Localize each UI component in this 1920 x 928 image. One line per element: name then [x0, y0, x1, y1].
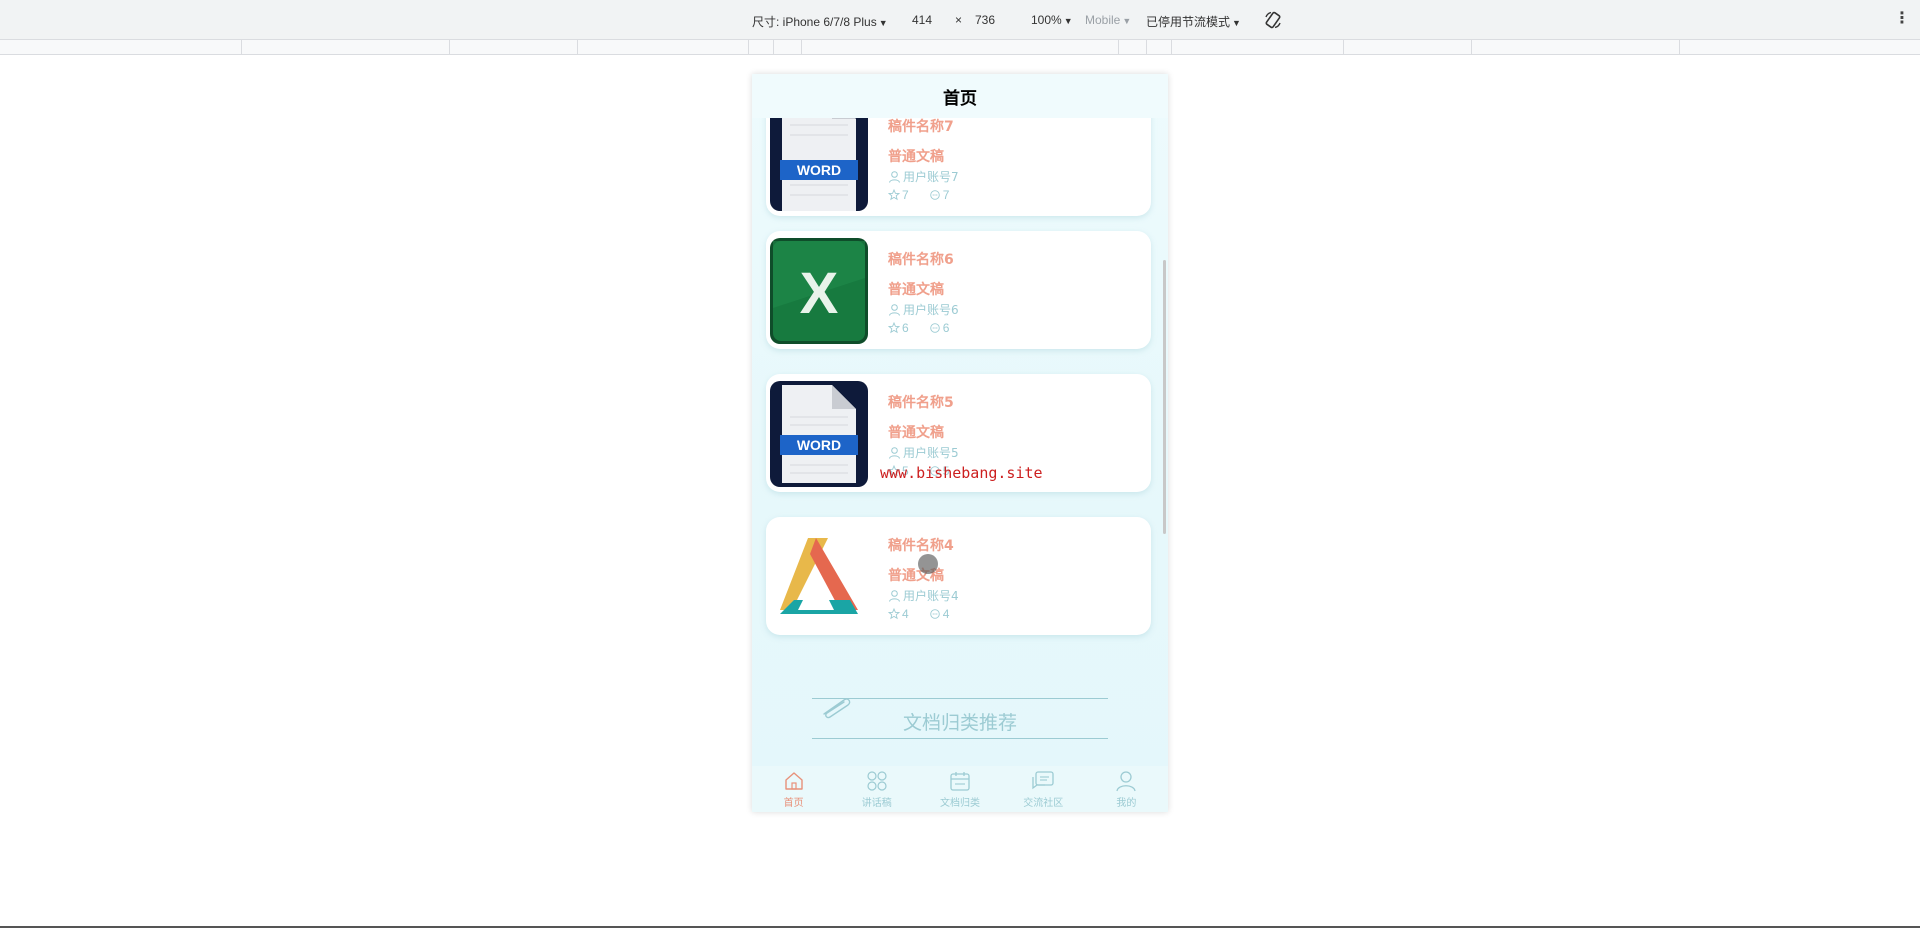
mode-select[interactable]: Mobile ▼: [1085, 13, 1131, 27]
word-thumbnail: WORD: [770, 381, 868, 487]
page-title: 首页: [943, 88, 977, 109]
divider: [812, 698, 1108, 699]
width-input[interactable]: 414: [912, 13, 932, 27]
grid-icon: [867, 771, 887, 791]
tab-speech[interactable]: 讲话稿: [835, 766, 918, 812]
calendar-icon: [950, 772, 970, 791]
excel-thumbnail: X: [770, 238, 868, 344]
doc-list[interactable]: WORD 稿件名称7 普通文稿 用户账号7 7 7 X 稿件名称6 普通文稿 用…: [752, 118, 1168, 766]
tab-label: 我的: [1116, 798, 1137, 809]
doc-user: 用户账号4: [888, 587, 959, 604]
tab-home[interactable]: 首页: [752, 766, 835, 812]
devtools-device-toolbar: 尺寸: iPhone 6/7/8 Plus ▼ 414 × 736 100% ▼ M…: [0, 0, 1920, 40]
mode-label: Mobile: [1085, 13, 1121, 27]
doc-user: 用户账号6: [888, 301, 959, 318]
word-thumbnail: WORD: [770, 118, 868, 211]
doc-card[interactable]: 稿件名称4 普通文稿 用户账号4 4 4: [766, 517, 1151, 635]
doc-title: 稿件名称7: [888, 119, 954, 135]
excel-label: X: [800, 261, 839, 326]
chat-icon: [1032, 771, 1054, 790]
zoom-label: 100%: [1031, 13, 1062, 27]
doc-stats: 6 6: [888, 321, 969, 335]
user-icon: [889, 447, 900, 459]
tab-community[interactable]: 交流社区: [1002, 766, 1085, 812]
doc-stars: 4: [902, 607, 909, 621]
doc-card[interactable]: X 稿件名称6 普通文稿 用户账号6 6 6: [766, 231, 1151, 349]
user-icon: [1116, 771, 1137, 792]
height-input[interactable]: 736: [975, 13, 995, 27]
watermark-text: www.bishebang.site: [880, 464, 1043, 482]
doc-user-name: 用户账号6: [903, 303, 959, 317]
user-icon: [889, 171, 900, 183]
doc-title: 稿件名称4: [888, 538, 954, 554]
rotate-icon[interactable]: [1264, 11, 1282, 29]
comment-icon: [929, 190, 940, 200]
tab-label: 文档归类: [940, 798, 980, 809]
doc-stars: 6: [902, 321, 909, 335]
times-label: ×: [955, 13, 963, 27]
doc-stats: 4 4: [888, 607, 969, 621]
chevron-down-icon: ▼: [1063, 16, 1073, 26]
doc-stats: 7 7: [888, 188, 969, 202]
mobile-viewport: 首页 WORD 稿件名称7 普通文稿 用户账号7 7 7 X 稿件名称6 普通文…: [752, 74, 1168, 812]
word-label: WORD: [797, 162, 841, 178]
doc-type: 普通文稿: [888, 149, 944, 165]
zoom-select[interactable]: 100% ▼: [1031, 13, 1073, 27]
doc-user-name: 用户账号4: [903, 589, 959, 603]
doc-comments: 6: [942, 321, 950, 335]
doc-user: 用户账号5: [888, 444, 959, 461]
star-icon: [888, 189, 900, 201]
comment-icon: [929, 323, 940, 333]
doc-title: 稿件名称6: [888, 252, 954, 268]
triangle-logo-thumbnail: [770, 524, 868, 630]
scrollbar[interactable]: [1163, 260, 1166, 534]
section-title: 文档归类推荐: [902, 712, 1017, 734]
tab-categories[interactable]: 文档归类: [918, 766, 1001, 812]
throttle-label: 已停用节流模式: [1146, 15, 1231, 29]
doc-stars: 7: [902, 188, 909, 202]
tab-label: 讲话稿: [861, 798, 892, 809]
star-icon: [888, 608, 900, 620]
user-icon: [889, 590, 900, 602]
doc-user-name: 用户账号7: [903, 170, 959, 184]
tab-mine[interactable]: 我的: [1085, 766, 1168, 812]
tab-bar: 首页 讲话稿 文档归类 交流社区 我的: [752, 766, 1168, 812]
touch-cursor: [918, 554, 938, 574]
section-heading: 文档归类推荐: [812, 694, 1108, 742]
comment-icon: [929, 609, 940, 619]
chevron-down-icon: ▼: [1122, 16, 1132, 26]
device-label: 尺寸: iPhone 6/7/8 Plus: [752, 15, 877, 29]
doc-card[interactable]: WORD 稿件名称7 普通文稿 用户账号7 7 7: [766, 118, 1151, 216]
doc-comments: 4: [942, 607, 950, 621]
doc-comments: 7: [942, 188, 950, 202]
doc-user: 用户账号7: [888, 168, 959, 185]
tab-label: 首页: [783, 798, 804, 809]
divider: [812, 738, 1108, 739]
nav-bar: 首页: [752, 74, 1168, 118]
chevron-down-icon: ▼: [1232, 18, 1241, 28]
doc-title: 稿件名称5: [888, 395, 954, 411]
word-label: WORD: [797, 437, 841, 453]
device-select[interactable]: 尺寸: iPhone 6/7/8 Plus ▼: [752, 13, 888, 30]
doc-type: 普通文稿: [888, 425, 944, 441]
throttle-select[interactable]: 已停用节流模式 ▼: [1146, 13, 1241, 30]
star-icon: [888, 322, 900, 334]
home-icon: [784, 772, 803, 790]
user-icon: [889, 304, 900, 316]
more-vert-icon[interactable]: ⋮: [1894, 11, 1910, 27]
doc-user-name: 用户账号5: [903, 446, 959, 460]
doc-type: 普通文稿: [888, 282, 944, 298]
media-query-ruler: [0, 40, 1920, 55]
tab-label: 交流社区: [1023, 798, 1064, 809]
chevron-down-icon: ▼: [878, 18, 888, 28]
